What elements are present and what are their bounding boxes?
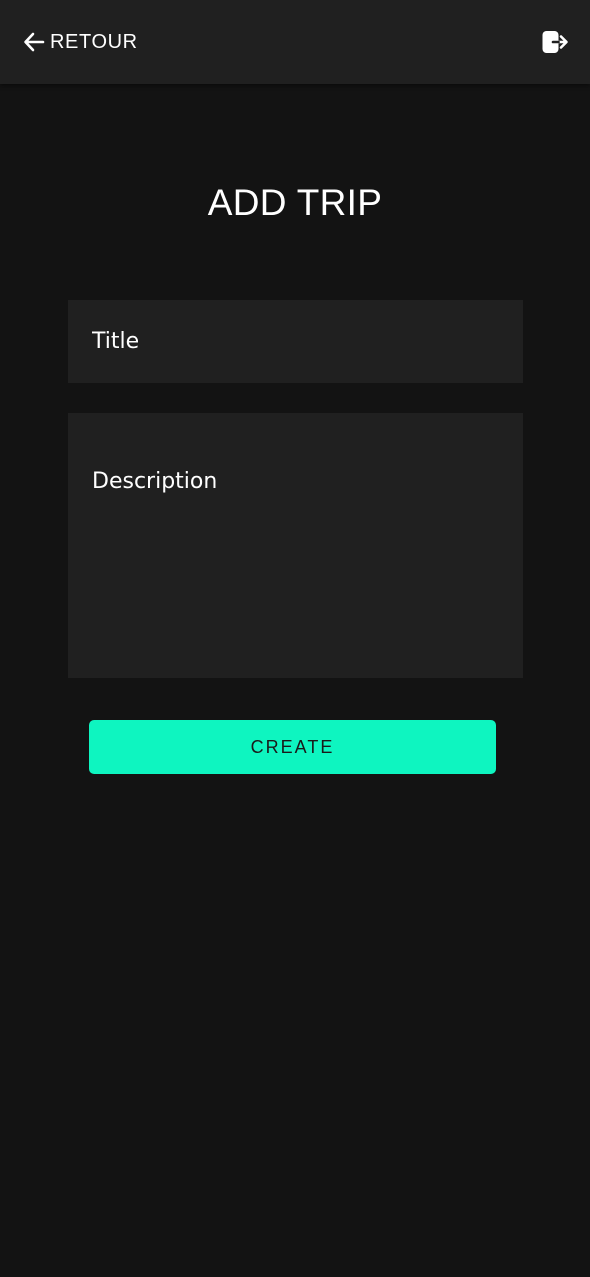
arrow-left-icon — [24, 32, 45, 52]
title-input[interactable] — [68, 300, 523, 383]
logout-button[interactable] — [541, 29, 569, 55]
logout-icon — [542, 31, 568, 53]
create-button[interactable]: CREATE — [89, 720, 496, 774]
top-bar: RETOUR — [0, 0, 590, 84]
page-title: ADD TRIP — [207, 182, 383, 223]
back-label: RETOUR — [50, 30, 138, 53]
description-input[interactable] — [68, 413, 523, 678]
back-button[interactable]: RETOUR — [22, 27, 138, 57]
